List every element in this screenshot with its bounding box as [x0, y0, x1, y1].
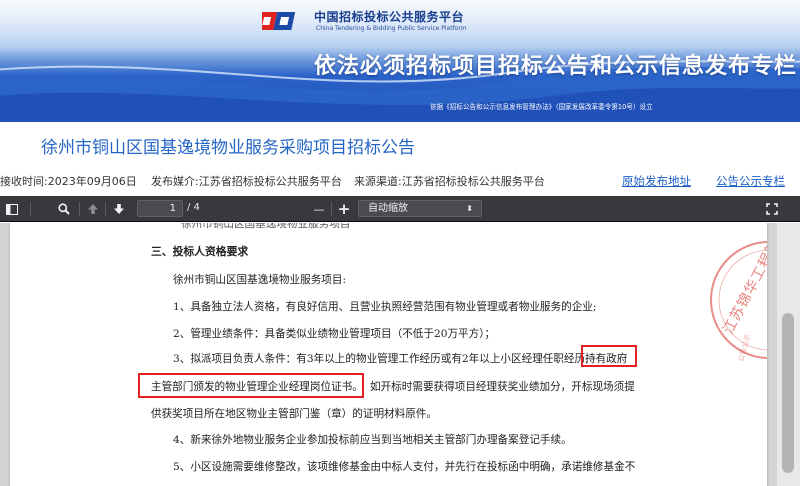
search-icon: [58, 203, 70, 215]
platform-logo-icon: [262, 12, 296, 30]
find-button[interactable]: [54, 196, 74, 222]
sidebar-toggle-icon: [6, 203, 18, 215]
banner-slogan: 依法必须招标项目招标公告和公示信息发布专栏: [314, 54, 798, 79]
presentation-mode-button[interactable]: [762, 196, 782, 222]
document-line: 如开标时需要获得项目经理获奖业绩加分，开标现场须提: [370, 381, 635, 393]
presentation-mode-icon: [766, 203, 778, 215]
pdf-viewer[interactable]: 徐州市铜山区国基逸境物业服务项目 三、投标人资格要求 徐州市铜山区国基逸境物业服…: [0, 223, 800, 486]
zoom-out-button[interactable]: —: [310, 196, 328, 222]
viewer-scrollbar[interactable]: [777, 223, 800, 486]
zoom-select[interactable]: 自动缩放 ⬍: [358, 200, 482, 217]
previous-page-icon: [88, 204, 98, 214]
page-number-input[interactable]: 1: [137, 200, 183, 217]
zoom-in-button[interactable]: +: [335, 196, 353, 222]
zoom-level: 自动缩放: [368, 203, 408, 214]
toolbar-separator: [79, 202, 80, 216]
receive-time: 接收时间:2023年09月06日: [0, 175, 137, 188]
publish-media: 发布媒介:江苏省招标投标公共服务平台: [151, 175, 342, 188]
platform-name: 中国招标投标公共服务平台: [314, 10, 465, 24]
site-banner: 中国招标投标公共服务平台 China Tendering & Bidding P…: [0, 0, 800, 122]
previous-page-button[interactable]: [84, 196, 102, 222]
document-line: 2、管理业绩条件：具备类似业绩物业管理项目（不低于20万平方）；: [173, 328, 496, 340]
notice-column-link[interactable]: 公告公示专栏: [716, 173, 785, 189]
source-channel: 来源渠道:江苏省招标投标公共服务平台: [354, 175, 545, 188]
pdf-page: 徐州市铜山区国基逸境物业服务项目 三、投标人资格要求 徐州市铜山区国基逸境物业服…: [10, 223, 767, 486]
next-page-icon: [114, 204, 124, 214]
sidebar-toggle-button[interactable]: [2, 196, 22, 222]
toolbar-separator: [331, 202, 332, 216]
document-line: 3、拟派项目负责人条件：有3年以上的物业管理工作经历或有2年以上小区经理任职经历…: [173, 353, 589, 365]
toolbar-separator: [30, 202, 31, 216]
original-address-link[interactable]: 原始发布地址: [622, 173, 691, 189]
next-page-button[interactable]: [110, 196, 128, 222]
document-line: 1、具备独立法人资格，有良好信用、且营业执照经营范围有物业管理或者物业服务的企业…: [173, 301, 597, 313]
toolbar-separator: [105, 202, 106, 216]
highlight-box: [581, 345, 637, 367]
zoom-in-icon: +: [337, 200, 351, 218]
document-line: 供获奖项目所在地区物业主管部门鉴（章）的证明材料原件。: [151, 408, 438, 420]
platform-name-english: China Tendering & Bidding Public Service…: [316, 25, 467, 32]
svg-text:江苏锦华工程管: 江苏锦华工程管: [720, 237, 767, 337]
notice-meta-bar: 接收时间:2023年09月06日 发布媒介:江苏省招标投标公共服务平台 来源渠道…: [0, 173, 800, 189]
document-line: 徐州市铜山区国基逸境物业服务项目:: [173, 274, 347, 286]
chevron-updown-icon: ⬍: [466, 204, 473, 213]
zoom-out-icon: —: [313, 202, 325, 216]
highlight-box: [138, 373, 364, 398]
page-count: / 4: [187, 202, 200, 213]
document-line: 4、新来徐外地物业服务企业参加投标前应当到当地相关主管部门办理备案登记手续。: [173, 434, 572, 446]
official-seal-stamp: 江苏锦华工程管 公告公示: [710, 237, 767, 363]
svg-text:公告公示: 公告公示: [736, 333, 752, 362]
notice-title: 徐州市铜山区国基逸境物业服务采购项目招标公告: [41, 138, 415, 158]
pdf-toolbar: 1 / 4 — + 自动缩放 ⬍: [0, 196, 800, 222]
banner-legal-basis: 依据《招标公告和公示信息发布管理办法》（国家发展改革委令第10号）设立: [430, 103, 653, 111]
document-line: 5、小区设施需要维修整改，该项维修基金由中标人支付，并先行在投标函中明确，承诺维…: [173, 461, 636, 473]
scrollbar-thumb[interactable]: [782, 313, 794, 473]
document-line: 徐州市铜山区国基逸境物业服务项目: [181, 223, 351, 230]
section-heading: 三、投标人资格要求: [151, 245, 249, 258]
